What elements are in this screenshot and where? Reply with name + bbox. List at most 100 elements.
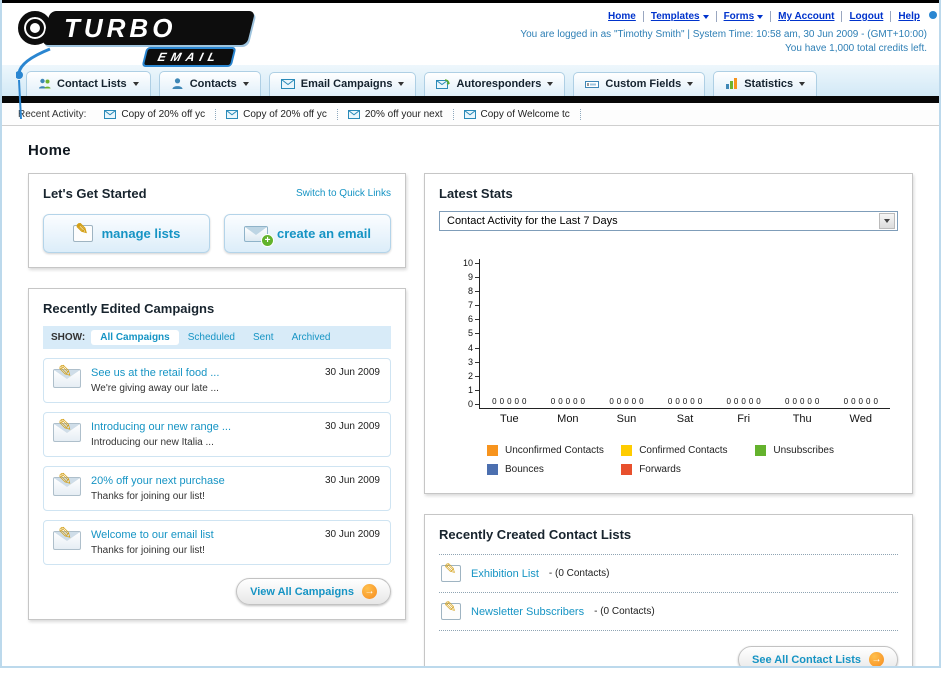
recent-activity-text: 20% off your next (364, 108, 443, 120)
logo-word-turbo: TURBO (64, 13, 177, 43)
campaign-title-link[interactable]: See us at the retail food ... (91, 367, 219, 379)
campaign-date: 30 Jun 2009 (324, 421, 380, 432)
pencil-glyph: ✎ (444, 561, 457, 578)
top-link-label: Help (898, 11, 920, 22)
campaign-title-link[interactable]: 20% off your next purchase (91, 475, 225, 487)
chart-x-tick-label: Wed (849, 413, 872, 425)
top-link-logout[interactable]: Logout (842, 11, 890, 22)
select-dropdown-icon[interactable] (879, 213, 895, 229)
recent-activity-label: Recent Activity: (18, 108, 87, 120)
campaign-row[interactable]: ✎ 20% off your next purchase Thanks for … (43, 466, 391, 511)
nav-tab-contact-lists[interactable]: Contact Lists (26, 71, 151, 96)
recent-activity-item[interactable]: 20% off your next (338, 108, 454, 120)
top-link-forms[interactable]: Forms (717, 11, 771, 22)
envelope-icon (347, 109, 360, 119)
chart-x-tick-label: Mon (557, 413, 579, 425)
switch-quick-links-link[interactable]: Switch to Quick Links (296, 188, 391, 199)
main-content: Home Let's Get Started Switch to Quick L… (2, 126, 939, 666)
see-all-contact-lists-button[interactable]: See All Contact Lists → (737, 646, 898, 666)
recent-activity-item[interactable]: Copy of 20% off yc (216, 108, 338, 120)
campaign-title-link[interactable]: Welcome to our email list (91, 529, 214, 541)
arrow-right-icon: → (362, 584, 377, 599)
recent-activity-item[interactable]: Copy of 20% off yc (94, 108, 217, 120)
chart-value-label: 0 (741, 397, 746, 406)
campaigns-panel-title: Recently Edited Campaigns (43, 301, 215, 316)
nav-tab-custom-fields[interactable]: Custom Fields (573, 72, 706, 96)
chart-value-label: 0 (550, 397, 556, 406)
chart-x-tick-label: Sat (676, 413, 694, 425)
top-link-my-account[interactable]: My Account (771, 11, 841, 22)
contact-list-name-link[interactable]: Exhibition List (471, 568, 539, 580)
chart-legend-item: Unconfirmed Contacts (487, 445, 621, 456)
filter-tab-sent[interactable]: Sent (244, 330, 283, 345)
legend-label: Unsubscribes (773, 445, 834, 456)
chart-value-label: 0 (499, 397, 505, 406)
nav-tab-statistics[interactable]: Statistics (713, 71, 818, 96)
edge-dot-decoration (929, 11, 937, 19)
nav-tab-email-campaigns[interactable]: Email Campaigns (268, 72, 417, 96)
nav-tab-label: Contact Lists (57, 77, 127, 90)
recent-activity-item[interactable]: Copy of Welcome tc (454, 108, 581, 120)
top-link-templates[interactable]: Templates (644, 11, 716, 22)
contact-list-item[interactable]: ✎ Newsletter Subscribers - (0 Contacts) (439, 593, 898, 631)
pencil-glyph: ✎ (58, 470, 73, 489)
pencil-glyph: ✎ (58, 416, 73, 435)
create-email-button[interactable]: + create an email (224, 214, 391, 253)
envelope-plus-icon: + (244, 225, 275, 247)
chart-value-label: 0 (514, 397, 519, 406)
campaign-envelope-pencil-icon: ✎ (53, 524, 81, 550)
chart-value-label: 0 (667, 397, 673, 406)
recent-activity-bar: Recent Activity: Copy of 20% off yc Copy… (2, 103, 939, 126)
chart-value-label: 0 (558, 397, 563, 406)
chevron-down-icon (398, 82, 405, 86)
chart-y-tick: 4 (468, 343, 479, 353)
contact-list-item[interactable]: ✎ Exhibition List - (0 Contacts) (439, 555, 898, 593)
stats-period-select[interactable]: Contact Activity for the Last 7 Days (439, 211, 898, 231)
contact-lists-panel-title: Recently Created Contact Lists (439, 527, 632, 542)
campaign-date: 30 Jun 2009 (324, 529, 380, 540)
chart-value-label: 0 (726, 397, 731, 406)
top-link-wrap: Forms (715, 11, 771, 22)
nav-divider-bar (2, 96, 939, 103)
turbo-email-logo: TURBO EMAIL (16, 9, 296, 120)
custom-fields-icon (585, 81, 600, 88)
app-window: TURBO EMAIL Home Templates Forms My Acco… (0, 0, 941, 668)
chart-value-label: 0 (624, 397, 629, 406)
chart-y-tick: 2 (468, 371, 479, 381)
top-link-home[interactable]: Home (601, 11, 643, 22)
top-link-label: Home (608, 11, 636, 22)
plus-badge: + (261, 233, 275, 247)
pencil-glyph: ✎ (444, 599, 457, 616)
filter-tab-all-campaigns[interactable]: All Campaigns (91, 330, 179, 345)
campaign-date: 30 Jun 2009 (324, 367, 380, 378)
contact-activity-chart: 10 9 8 7 6 5 4 3 2 1 0 000000000000000000000000000… (439, 259, 898, 475)
chart-bar-group: 00000 (773, 259, 832, 408)
chevron-down-icon (884, 219, 890, 223)
chart-value-label: 0 (785, 397, 790, 406)
chart-value-label: 0 (507, 397, 512, 406)
nav-tab-autoresponders[interactable]: Autoresponders (424, 72, 566, 96)
campaign-row[interactable]: ✎ Introducing our new range ... Introduc… (43, 412, 391, 457)
campaign-date: 30 Jun 2009 (324, 475, 380, 486)
chart-plot-area: 00000000000000000000000000000000000 (479, 259, 890, 409)
view-all-campaigns-button[interactable]: View All Campaigns → (236, 578, 391, 605)
chart-bar-group: 00000 (539, 259, 598, 408)
campaign-title-link[interactable]: Introducing our new range ... (91, 421, 231, 433)
campaign-row[interactable]: ✎ See us at the retail food ... We're gi… (43, 358, 391, 403)
chart-x-tick-label: Thu (792, 413, 812, 425)
top-link-help[interactable]: Help (891, 11, 927, 22)
contacts-icon (172, 78, 183, 89)
filter-tab-archived[interactable]: Archived (283, 330, 340, 345)
campaign-row[interactable]: ✎ Welcome to our email list Thanks for j… (43, 520, 391, 565)
contact-list-name-link[interactable]: Newsletter Subscribers (471, 606, 584, 618)
chart-value-label: 0 (748, 397, 754, 406)
manage-lists-button[interactable]: ✎ manage lists (43, 214, 210, 253)
top-link-wrap: My Account (770, 11, 841, 22)
chart-y-tick: 7 (468, 301, 479, 310)
chart-value-label: 0 (631, 397, 637, 406)
right-column: Latest Stats Contact Activity for the La… (424, 173, 913, 666)
top-link-label: My Account (778, 11, 835, 22)
filter-tab-scheduled[interactable]: Scheduled (179, 330, 244, 345)
nav-tab-contacts[interactable]: Contacts (158, 71, 261, 96)
contact-list-detail: - (0 Contacts) (594, 606, 655, 617)
